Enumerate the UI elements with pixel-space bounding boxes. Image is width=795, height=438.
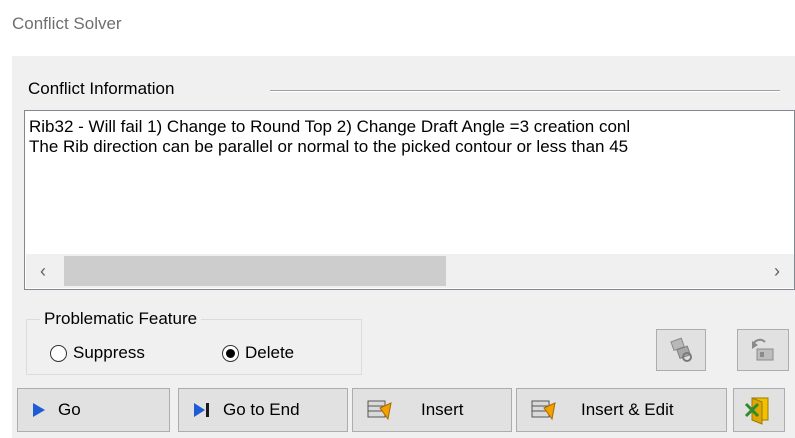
scroll-right-icon[interactable]: › [760, 254, 794, 288]
go-to-end-button[interactable]: Go to End [178, 388, 348, 432]
insert-feature-icon [367, 399, 393, 421]
delete-label: Delete [245, 343, 295, 362]
suppress-label: Suppress [73, 343, 145, 362]
radio-checked-icon [222, 344, 239, 362]
conflict-info-label: Conflict Information [28, 79, 175, 98]
conflict-info-text: Rib32 - Will fail 1) Change to Round Top… [29, 117, 630, 157]
go-to-end-label: Go to End [223, 400, 300, 419]
insert-edit-label: Insert & Edit [581, 400, 674, 419]
insert-edit-button[interactable]: Insert & Edit [516, 388, 727, 432]
scroll-thumb[interactable] [64, 256, 446, 286]
groupbox-divider [270, 90, 780, 92]
go-button[interactable]: Go [17, 388, 170, 432]
insert-edit-feature-icon [531, 399, 557, 421]
horizontal-scrollbar[interactable]: ‹ › [26, 254, 794, 288]
problematic-feature-label: Problematic Feature [40, 309, 202, 329]
go-label: Go [58, 400, 81, 419]
window-title: Conflict Solver [12, 14, 122, 33]
play-arrow-icon [32, 402, 46, 418]
exit-button[interactable] [733, 388, 785, 432]
radio-unchecked-icon [50, 344, 67, 362]
rollback-icon [752, 338, 774, 361]
insert-label: Insert [421, 400, 464, 419]
scroll-left-icon[interactable]: ‹ [26, 254, 60, 288]
skip-to-end-icon [193, 402, 211, 418]
conflict-info-textbox[interactable]: Rib32 - Will fail 1) Change to Round Top… [24, 110, 795, 290]
conflict-line: The Rib direction can be parallel or nor… [29, 137, 629, 156]
suppress-radio[interactable]: Suppress [50, 343, 145, 363]
rollback-button[interactable] [737, 329, 789, 371]
insert-button[interactable]: Insert [352, 388, 512, 432]
exit-icon [744, 397, 769, 425]
conflict-line: Rib32 - Will fail 1) Change to Round Top… [29, 117, 631, 136]
locate-feature-icon [670, 337, 692, 362]
delete-radio[interactable]: Delete [222, 343, 294, 363]
locate-feature-button[interactable] [656, 329, 706, 371]
